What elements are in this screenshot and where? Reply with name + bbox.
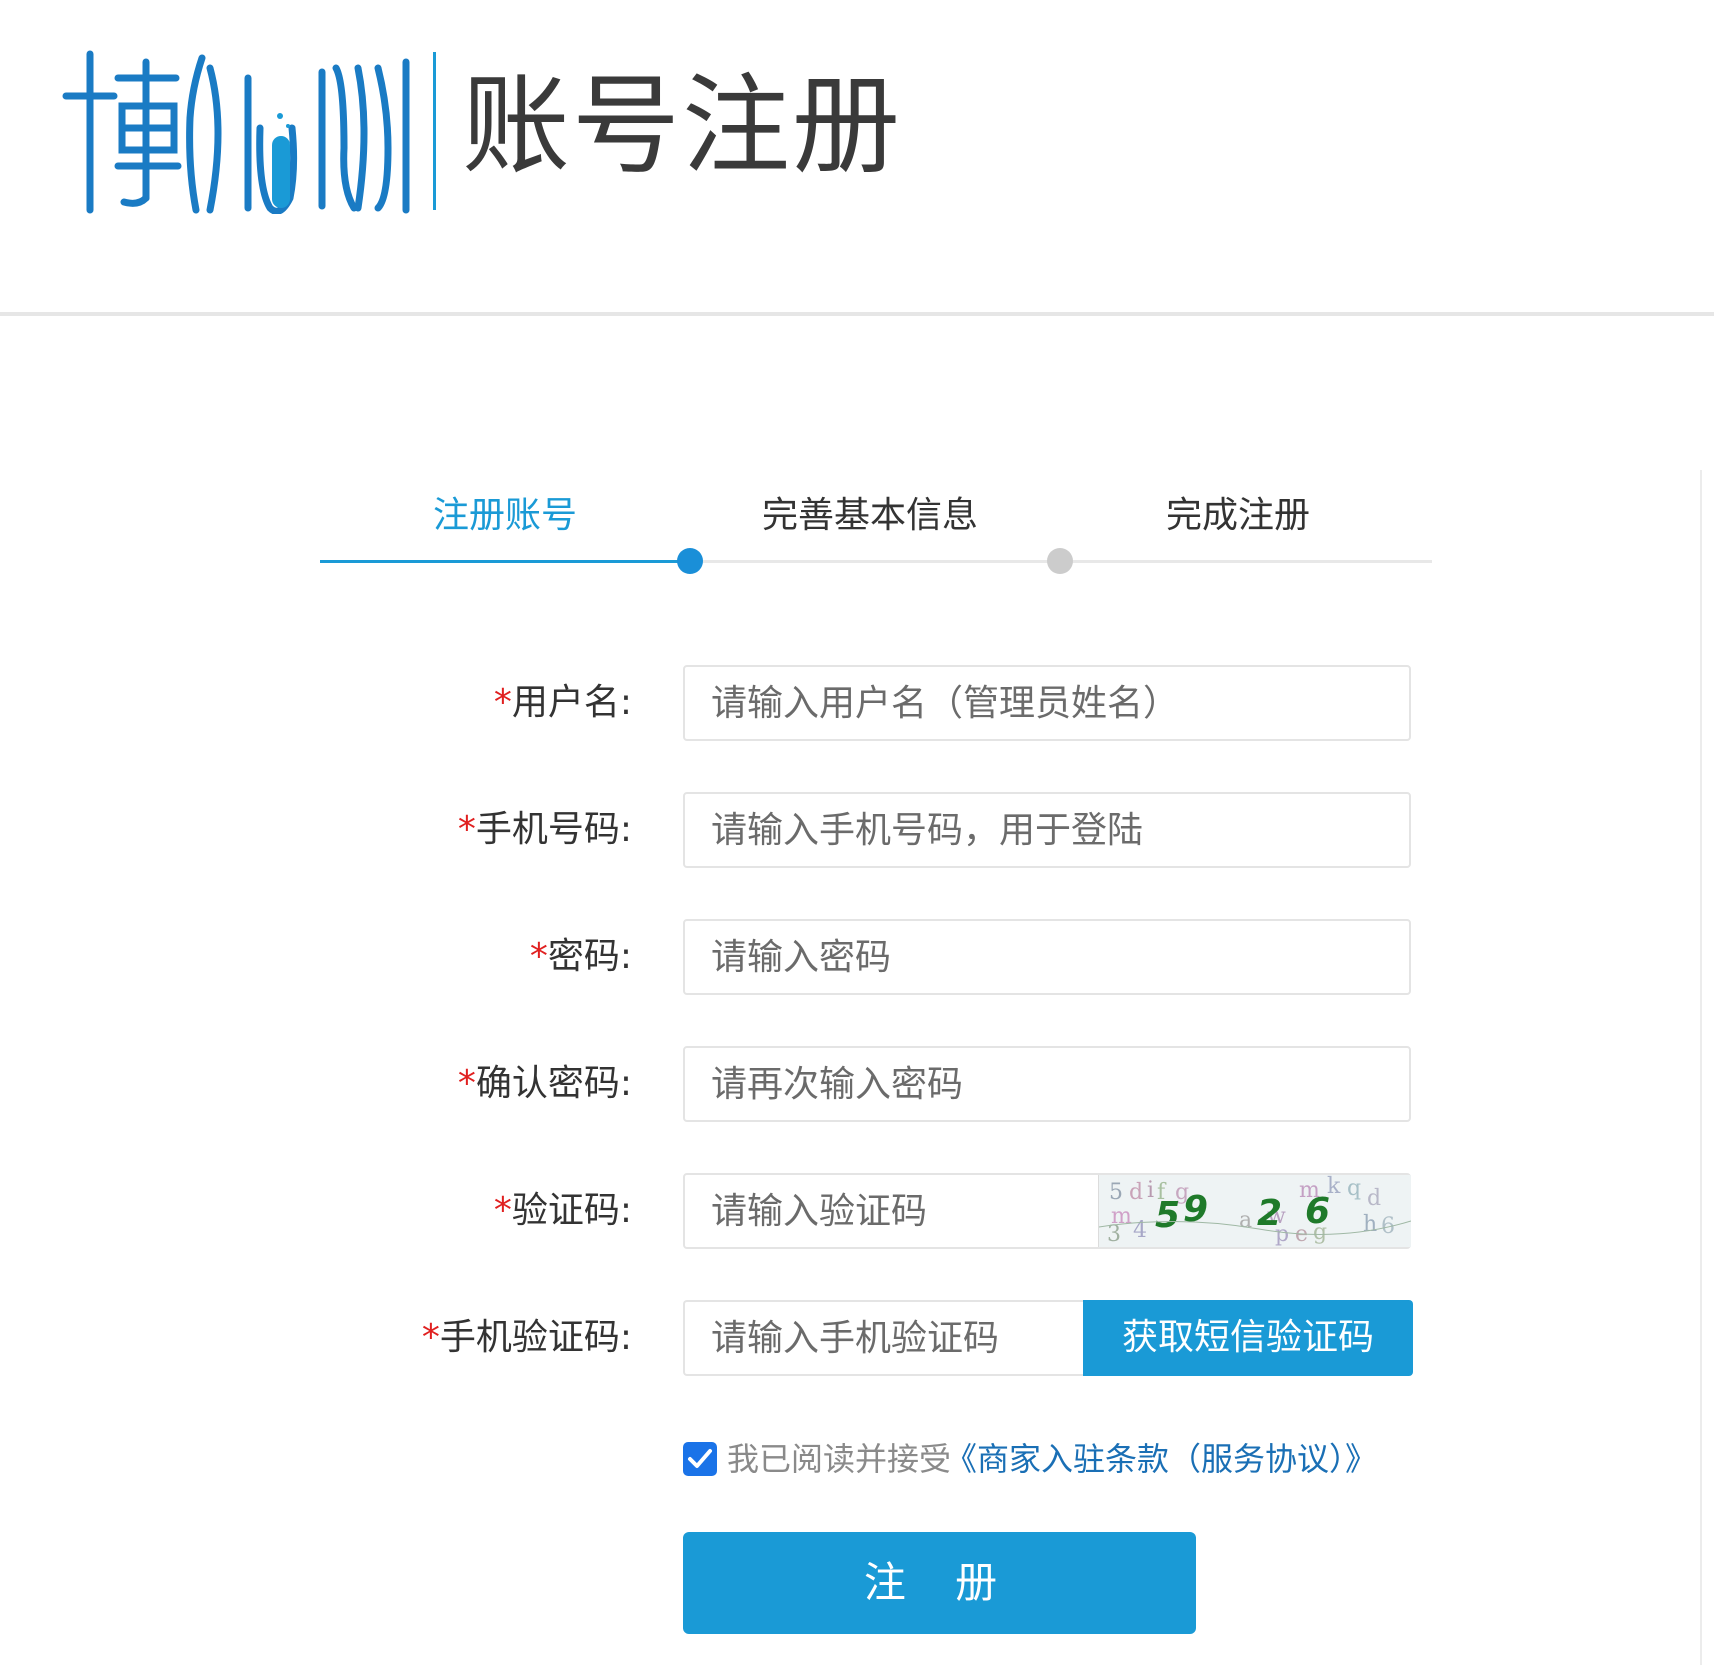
confirm-password-row: *确认密码: (0, 1046, 1714, 1122)
step-dot-next (1047, 548, 1073, 574)
required-mark: * (421, 1317, 440, 1358)
captcha-label: *验证码: (493, 1190, 632, 1231)
step-dot-current (677, 548, 703, 574)
phone-row: *手机号码: (0, 792, 1714, 868)
captcha-row: *验证码: 5 d i f g m 3 4 a w m k q d h 6 p (0, 1173, 1714, 1249)
required-mark: * (493, 1190, 512, 1231)
svg-text:5: 5 (1109, 1180, 1123, 1205)
get-sms-code-button[interactable]: 获取短信验证码 (1083, 1300, 1413, 1376)
progress-steps: 注册账号 完善基本信息 完成注册 (320, 480, 1432, 590)
captcha-digit: 2 (1257, 1193, 1282, 1234)
svg-text:a: a (1239, 1208, 1252, 1233)
service-agreement-link[interactable]: 《商家入驻条款（服务协议）》 (945, 1436, 1377, 1482)
captcha-graphic: 5 d i f g m 3 4 a w m k q d h 6 p e g 5 … (1099, 1175, 1411, 1247)
sms-code-label: *手机验证码: (421, 1317, 632, 1358)
svg-text:6: 6 (1381, 1214, 1395, 1239)
username-input[interactable] (683, 665, 1411, 741)
step-register-account: 注册账号 (432, 495, 577, 536)
agreement-text: 我已阅读并接受 (727, 1440, 952, 1478)
confirm-password-input[interactable] (683, 1046, 1411, 1122)
svg-text:i: i (1147, 1178, 1154, 1203)
brand-logo (62, 50, 410, 214)
required-mark: * (529, 936, 548, 977)
sms-code-row: *手机验证码: 获取短信验证码 (0, 1300, 1714, 1376)
agreement-checkbox[interactable] (683, 1442, 717, 1476)
page-title: 账号注册 (462, 64, 903, 189)
step-progress-bar (320, 560, 690, 563)
register-button[interactable]: 注 册 (683, 1532, 1196, 1634)
svg-text:d: d (1367, 1186, 1381, 1211)
password-input[interactable] (683, 919, 1411, 995)
checkmark-icon (688, 1449, 712, 1468)
phone-label: *手机号码: (457, 809, 632, 850)
username-label: *用户名: (493, 682, 632, 723)
required-mark: * (493, 682, 512, 723)
required-mark: * (457, 809, 476, 850)
username-row: *用户名: (0, 665, 1714, 741)
svg-text:d: d (1129, 1180, 1143, 1205)
captcha-image[interactable]: 5 d i f g m 3 4 a w m k q d h 6 p e g 5 … (1098, 1175, 1411, 1247)
phone-input[interactable] (683, 792, 1411, 868)
svg-text:h: h (1363, 1212, 1377, 1237)
captcha-digit: 5 (1155, 1195, 1180, 1236)
password-row: *密码: (0, 919, 1714, 995)
captcha-digit: 6 (1305, 1191, 1330, 1232)
step-complete-info: 完善基本信息 (761, 495, 978, 536)
page-header: 账号注册 (0, 0, 1714, 312)
password-label: *密码: (529, 936, 632, 977)
required-mark: * (457, 1063, 476, 1104)
logo-divider (433, 52, 436, 210)
sms-code-input[interactable] (683, 1300, 1083, 1376)
svg-text:4: 4 (1133, 1218, 1147, 1243)
confirm-password-label: *确认密码: (457, 1063, 632, 1104)
header-divider (0, 312, 1714, 316)
svg-text:q: q (1347, 1176, 1361, 1201)
step-finish: 完成注册 (1165, 495, 1310, 536)
captcha-digit: 9 (1183, 1189, 1208, 1230)
